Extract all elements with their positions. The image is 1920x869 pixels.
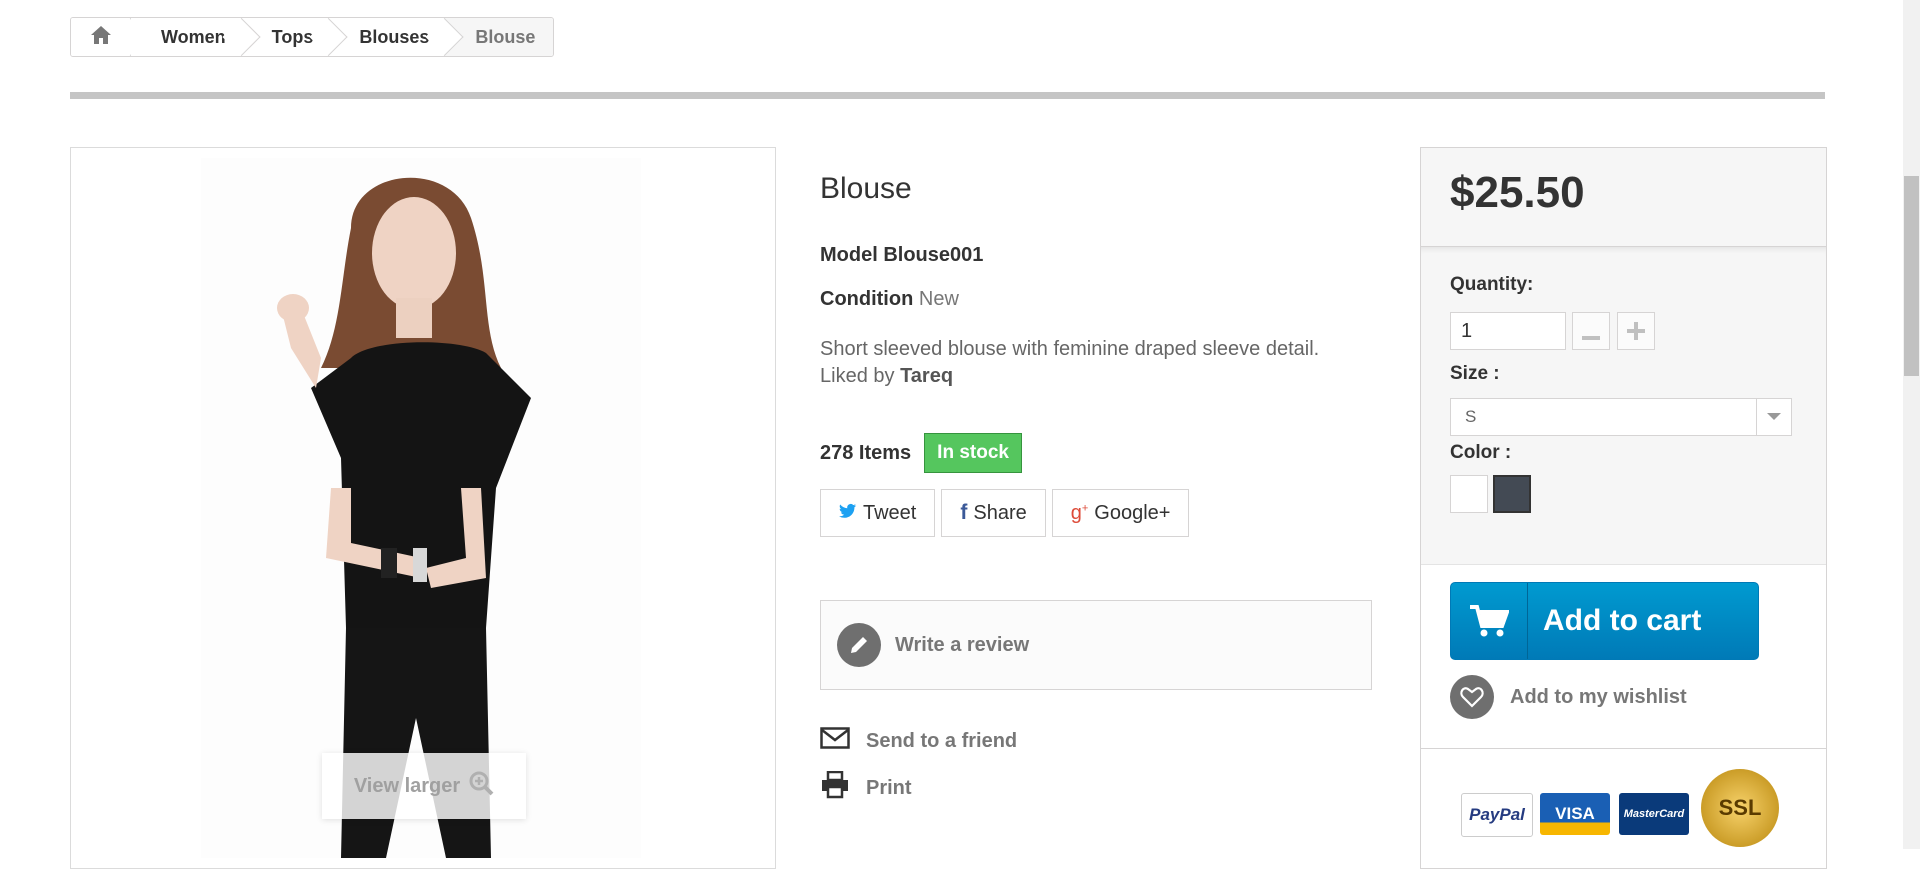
quantity-decrease-button[interactable] [1572,312,1610,350]
view-larger-label: View larger [353,774,461,797]
googleplus-icon: g+ [1070,501,1089,524]
tweet-button[interactable]: Tweet [820,489,936,537]
print-link[interactable]: Print [820,770,912,805]
breadcrumb-home[interactable] [71,18,150,56]
paypal-logo: PayPal [1461,793,1533,837]
social-share: Tweet f Share g+ Google+ [820,489,1190,537]
paypal-text: PayPal [1469,805,1525,824]
quantity-available: 278 Items [820,441,912,464]
mastercard-logo: MasterCard [1619,793,1689,835]
scrollbar-thumb[interactable] [1904,176,1919,376]
size-label: Size : [1450,363,1500,384]
tweet-label: Tweet [863,501,917,524]
zoom-in-icon [468,770,494,802]
condition-label: Condition [820,288,914,310]
price-area: $25.50 [1421,148,1826,247]
add-to-wishlist-button[interactable]: Add to my wishlist [1450,675,1687,719]
add-to-cart-button[interactable]: Add to cart [1450,582,1759,660]
share-label: Share [973,501,1027,524]
cart-icon [1451,583,1528,659]
googleplus-button[interactable]: g+ Google+ [1051,489,1190,537]
view-larger-button[interactable]: View larger [322,753,526,819]
plus-icon [1627,314,1645,348]
breadcrumb-label: Blouse [475,26,536,47]
envelope-icon [820,727,850,755]
add-to-cart-label: Add to cart [1543,604,1702,637]
write-review-label: Write a review [895,633,1030,656]
product-condition: Condition New [820,288,959,311]
product-options: Quantity: Size : S Color : [1421,247,1826,564]
stock-row: 278 Items In stock [820,433,1022,473]
cart-area: Add to cart Add to my wishlist [1421,564,1826,747]
facebook-share-button[interactable]: f Share [941,489,1046,537]
heart-icon [1450,675,1494,719]
print-label: Print [866,776,912,799]
breadcrumb: Women Tops Blouses Blouse [70,17,555,57]
size-select[interactable]: S [1450,398,1792,436]
googleplus-label: Google+ [1094,501,1171,524]
send-to-friend-link[interactable]: Send to a friend [820,727,1017,755]
quantity-label: Quantity: [1450,274,1534,295]
facebook-icon: f [960,501,968,524]
color-label: Color : [1450,442,1512,463]
product-title: Blouse [820,172,912,205]
send-to-friend-label: Send to a friend [866,729,1018,752]
buy-box: $25.50 Quantity: Size : S Color : [1420,147,1827,869]
wishlist-label: Add to my wishlist [1510,685,1687,708]
write-review-button[interactable]: Write a review [820,600,1372,690]
description-user: Tareq [900,365,954,387]
home-icon [90,25,112,50]
product-image-box[interactable]: View larger [70,147,776,869]
visa-logo: VISA [1540,793,1610,835]
mastercard-text: MasterCard [1623,808,1685,820]
description-text: Short sleeved blouse with feminine drape… [820,338,1320,387]
quantity-increase-button[interactable] [1617,312,1655,350]
quantity-input[interactable] [1450,312,1566,350]
breadcrumb-women[interactable]: Women [131,18,261,56]
breadcrumb-label: Women [161,26,226,47]
stock-badge: In stock [924,433,1022,473]
minus-icon [1582,314,1600,348]
pencil-icon [837,623,881,667]
size-value: S [1465,407,1477,426]
color-swatch-white[interactable] [1450,475,1488,513]
model-value: Blouse001 [883,244,984,266]
product-model: Model Blouse001 [820,244,983,267]
printer-icon [820,770,850,805]
payment-logos: PayPal VISA MasterCard SSL [1421,748,1826,868]
visa-text: VISA [1555,804,1595,823]
ssl-badge: SSL [1701,769,1779,847]
condition-value: New [918,288,959,310]
breadcrumb-label: Blouses [359,26,430,47]
divider [70,92,1825,99]
twitter-icon [839,502,857,525]
product-description: Short sleeved blouse with feminine drape… [820,336,1360,390]
chevron-down-icon [1756,399,1791,435]
breadcrumb-label: Tops [271,26,314,47]
ssl-text: SSL [1718,795,1762,820]
model-label: Model [820,244,878,266]
color-swatch-dark[interactable] [1493,475,1531,513]
page-scrollbar[interactable] [1903,0,1920,849]
product-price: $25.50 [1450,168,1585,217]
